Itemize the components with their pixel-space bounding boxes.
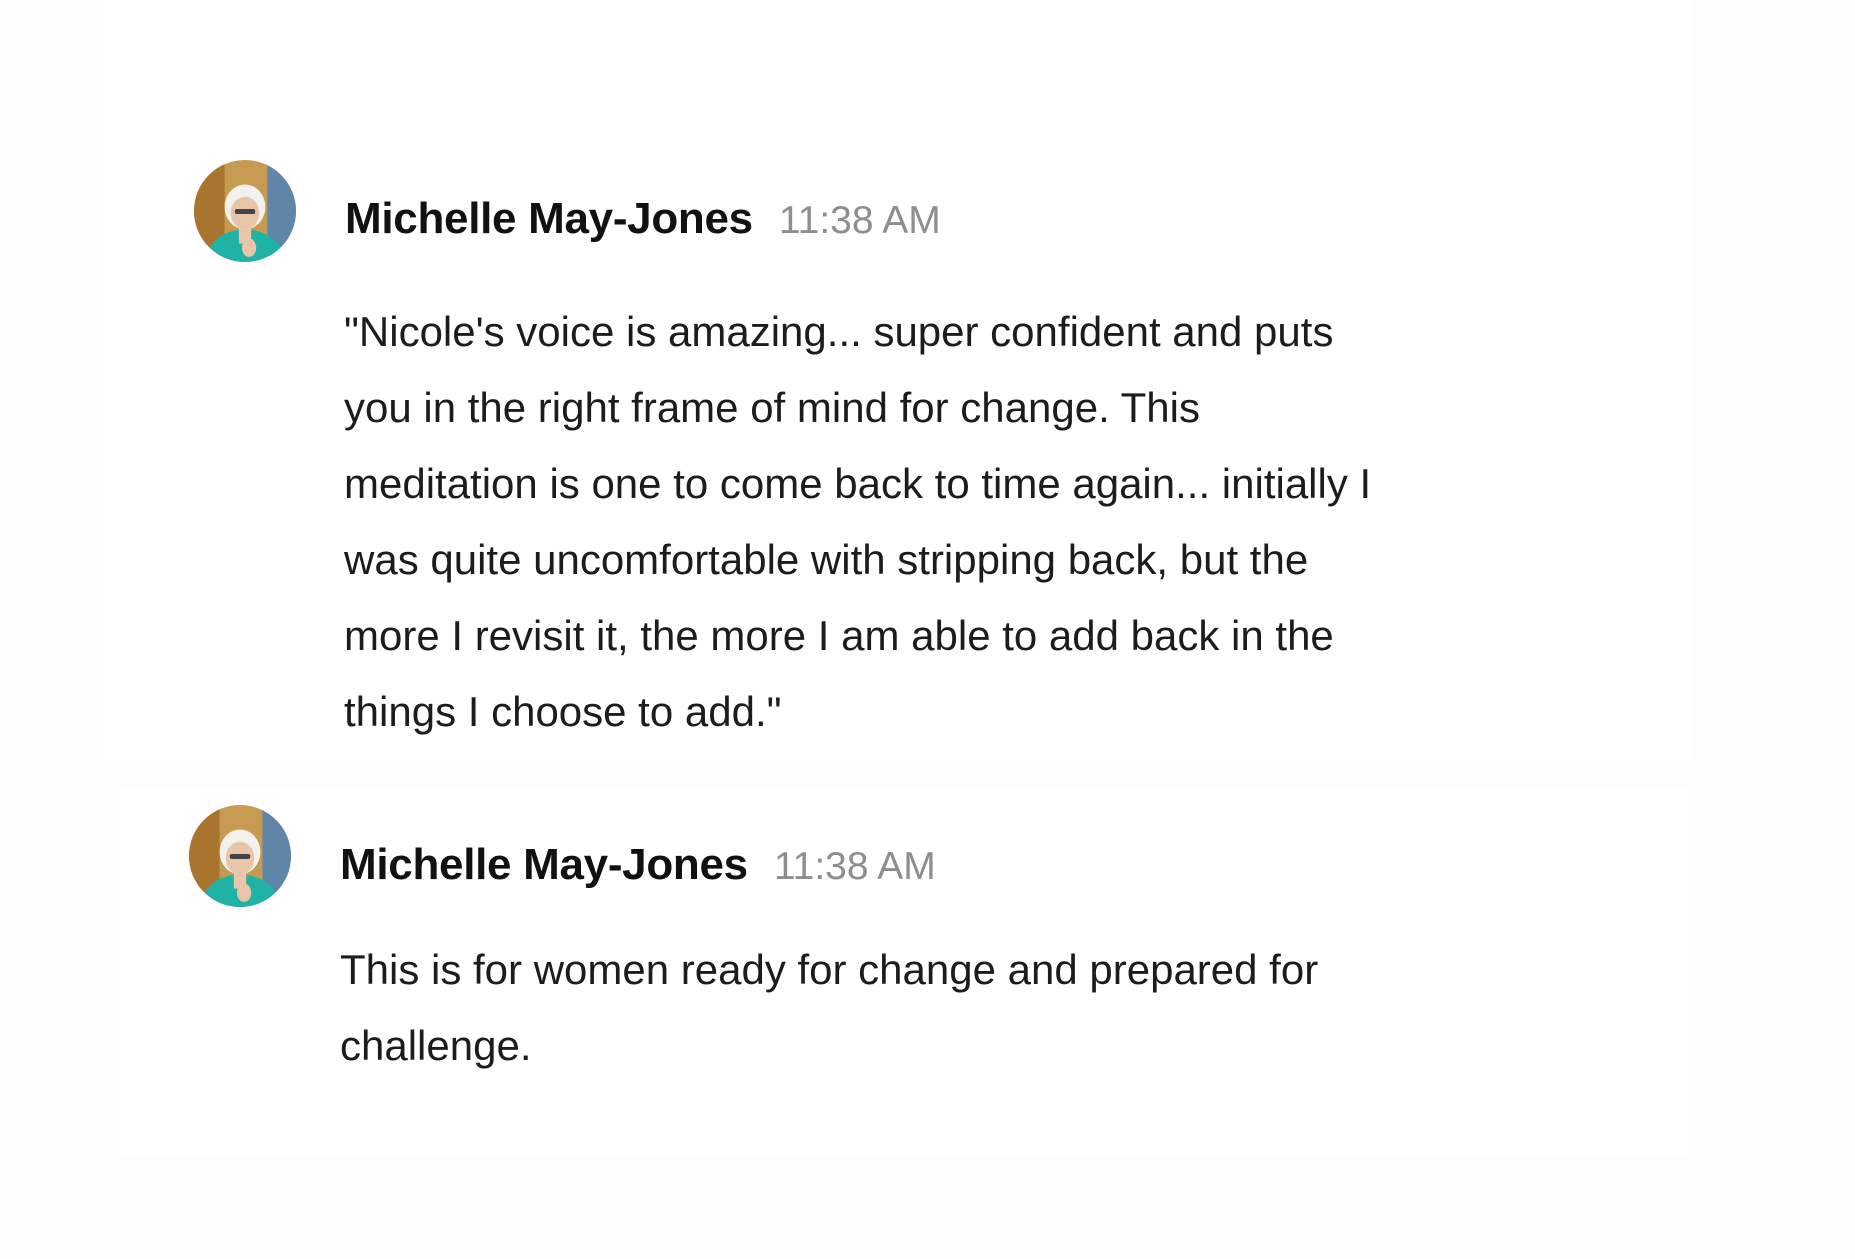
- message-line: things I choose to add.": [344, 688, 782, 735]
- user-avatar-photo-icon: [189, 805, 291, 907]
- message-line: more I revisit it, the more I am able to…: [344, 612, 1334, 659]
- avatar[interactable]: [189, 805, 291, 907]
- author-name[interactable]: Michelle May-Jones: [340, 840, 748, 890]
- author-name[interactable]: Michelle May-Jones: [345, 194, 753, 244]
- message-text: This is for women ready for change and p…: [340, 932, 1318, 1084]
- message-header: Michelle May-Jones 11:38 AM: [345, 194, 941, 244]
- timestamp[interactable]: 11:38 AM: [774, 845, 936, 889]
- avatar[interactable]: [194, 160, 296, 262]
- message-line: "Nicole's voice is amazing... super conf…: [344, 308, 1334, 355]
- timestamp[interactable]: 11:38 AM: [779, 199, 941, 243]
- message-line: was quite uncomfortable with stripping b…: [344, 536, 1309, 583]
- message-line: challenge.: [340, 1022, 532, 1069]
- message-line: This is for women ready for change and p…: [340, 946, 1319, 993]
- message-line: meditation is one to come back to time a…: [344, 460, 1372, 507]
- message-header: Michelle May-Jones 11:38 AM: [340, 840, 936, 890]
- message-line: you in the right frame of mind for chang…: [344, 384, 1200, 431]
- message-text: "Nicole's voice is amazing... super conf…: [344, 294, 1371, 750]
- user-avatar-photo-icon: [194, 160, 296, 262]
